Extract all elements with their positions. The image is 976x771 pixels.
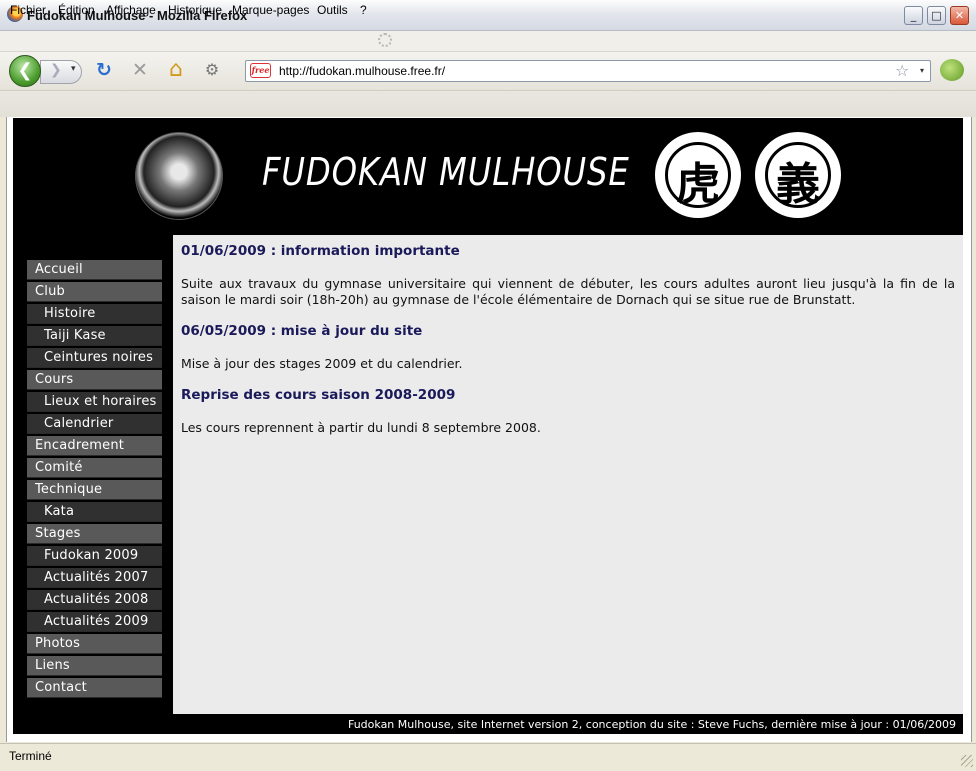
nav-contact[interactable]: Contact <box>27 678 162 698</box>
maximize-button[interactable]: □ <box>927 6 946 25</box>
news-body: Les cours reprennent à partir du lundi 8… <box>181 420 541 435</box>
nav-actualites-2009[interactable]: Actualités 2009 <box>27 612 162 632</box>
nav-cours[interactable]: Cours <box>27 370 162 390</box>
history-dropdown-icon[interactable]: ▾ <box>71 64 76 74</box>
tiger-emblem-icon: 虎 <box>676 159 720 210</box>
status-bar <box>0 743 976 771</box>
news-body: Suite aux travaux du gymnase universitai… <box>181 276 955 307</box>
news-body: Mise à jour des stages 2009 et du calend… <box>181 356 463 371</box>
menu-edition[interactable]: Édition <box>58 3 95 17</box>
reload-icon[interactable]: ↻ <box>92 58 116 82</box>
nav-photos[interactable]: Photos <box>27 634 162 654</box>
extension-icon[interactable] <box>940 59 964 81</box>
nav-ceintures-noires[interactable]: Ceintures noires <box>27 348 162 368</box>
menu-bar <box>0 31 976 52</box>
nav-comite[interactable]: Comité <box>27 458 162 478</box>
nav-fudokan-2009[interactable]: Fudokan 2009 <box>27 546 162 566</box>
site-favicon-icon: free <box>250 63 271 78</box>
url-dropdown-icon[interactable]: ▾ <box>920 66 924 75</box>
home-icon[interactable]: ⌂ <box>164 58 188 82</box>
browser-window: Fudokan Mulhouse - Mozilla Firefox _ □ ✕… <box>0 0 976 771</box>
menu-outils[interactable]: Outils <box>317 3 348 17</box>
status-text: Terminé <box>9 749 52 763</box>
news-title: 06/05/2009 : mise à jour du site <box>181 323 423 339</box>
nav-encadrement[interactable]: Encadrement <box>27 436 162 456</box>
back-button[interactable]: ❮ <box>9 55 41 87</box>
close-button[interactable]: ✕ <box>950 6 969 25</box>
menu-affichage[interactable]: Affichage <box>106 3 156 17</box>
nav-histoire[interactable]: Histoire <box>27 304 162 324</box>
nav-actualites-2007[interactable]: Actualités 2007 <box>27 568 162 588</box>
site-title: FUDOKAN MULHOUSE <box>262 150 630 194</box>
forward-arrow-icon: ❯ <box>50 62 62 78</box>
nav-taiji-kase[interactable]: Taiji Kase <box>27 326 162 346</box>
menu-fichier[interactable]: Fichier <box>10 3 46 17</box>
nav-lieux-horaires[interactable]: Lieux et horaires <box>27 392 162 412</box>
news-title: Reprise des cours saison 2008-2009 <box>181 387 456 403</box>
nav-stages[interactable]: Stages <box>27 524 162 544</box>
kanji-emblem-icon: 義 <box>776 159 820 210</box>
nav-calendrier[interactable]: Calendrier <box>27 414 162 434</box>
bookmarks-toolbar <box>0 91 976 117</box>
loading-throbber-icon <box>378 33 392 47</box>
resize-grip-icon[interactable] <box>961 755 973 767</box>
menu-historique[interactable]: Historique <box>168 3 222 17</box>
nav-accueil[interactable]: Accueil <box>27 260 162 280</box>
addon-icon[interactable]: ⚙ <box>200 58 224 82</box>
menu-marque-pages[interactable]: Marque-pages <box>232 3 309 17</box>
news-title: 01/06/2009 : information importante <box>181 243 460 259</box>
minimize-button[interactable]: _ <box>904 6 923 25</box>
nav-kata[interactable]: Kata <box>27 502 162 522</box>
tiger-logo-image <box>135 132 223 220</box>
menu-help[interactable]: ? <box>360 3 367 17</box>
stop-icon[interactable]: ✕ <box>128 58 152 82</box>
site-footer: Fudokan Mulhouse, site Internet version … <box>347 718 956 731</box>
bookmark-star-icon[interactable]: ☆ <box>895 61 909 80</box>
sidebar-nav: Accueil Club Histoire Taiji Kase Ceintur… <box>27 260 162 700</box>
nav-actualites-2008[interactable]: Actualités 2008 <box>27 590 162 610</box>
url-input[interactable]: http://fudokan.mulhouse.free.fr/ <box>279 64 445 78</box>
nav-club[interactable]: Club <box>27 282 162 302</box>
nav-technique[interactable]: Technique <box>27 480 162 500</box>
nav-liens[interactable]: Liens <box>27 656 162 676</box>
